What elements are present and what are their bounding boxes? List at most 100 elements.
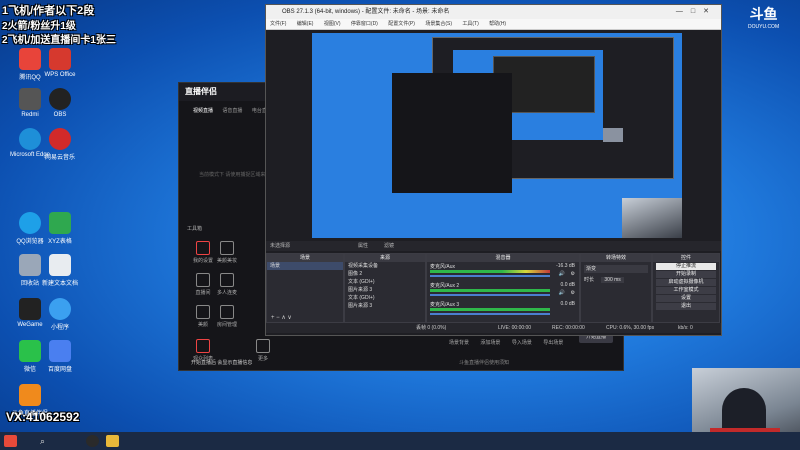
virtual-camera-button[interactable]: 启动虚拟摄像机 bbox=[656, 279, 716, 286]
zb-footer: 开始直播后 会显示直播信息 bbox=[191, 360, 253, 366]
speaker-icon[interactable]: 🔊 bbox=[559, 271, 565, 277]
no-source-label: 未选择源 bbox=[270, 243, 291, 249]
desktop-icon-xyz[interactable]: XYZ表格 bbox=[34, 212, 86, 245]
scene-item[interactable]: 场景 bbox=[267, 262, 343, 270]
zb-action-add[interactable]: 添加场景 bbox=[480, 340, 500, 346]
preview-webcam bbox=[622, 198, 682, 238]
gear-icon[interactable]: ⚙ bbox=[571, 271, 575, 277]
source-item[interactable]: 图片来源 3 bbox=[345, 302, 425, 310]
status-kbps: kb/s: 0 bbox=[678, 325, 693, 331]
webcam-feed bbox=[692, 368, 800, 432]
mixer-channel: 麦克风/Aux 3 0.0 dB bbox=[427, 300, 579, 319]
room-icon bbox=[196, 273, 210, 287]
zb-tab-video[interactable]: 视频直播 bbox=[193, 108, 213, 114]
transition-select[interactable]: 渐变 bbox=[584, 265, 648, 273]
taskbar-explorer-icon[interactable] bbox=[106, 435, 119, 447]
studio-mode-button[interactable]: 工作室模式 bbox=[656, 287, 716, 294]
start-recording-button[interactable]: 开始录制 bbox=[656, 271, 716, 278]
volume-slider[interactable] bbox=[430, 275, 550, 277]
volume-slider[interactable] bbox=[430, 294, 550, 296]
beauty-icon bbox=[220, 241, 234, 255]
properties-button[interactable]: 属性 bbox=[358, 241, 368, 251]
menu-help[interactable]: 帮助(H) bbox=[489, 21, 506, 27]
douyu-icon bbox=[19, 384, 41, 406]
search-icon[interactable]: ⌕ bbox=[40, 435, 53, 447]
duration-input[interactable]: 300 ms bbox=[601, 277, 624, 283]
window-controls[interactable]: —□✕ bbox=[676, 5, 717, 19]
status-rec: REC: 00:00:00 bbox=[552, 325, 585, 331]
desktop-icon-baidupan[interactable]: 百度网盘 bbox=[34, 340, 86, 373]
settings-icon bbox=[196, 241, 210, 255]
controls-head: 控件 bbox=[653, 254, 719, 262]
scenes-toolbar[interactable]: + − ∧ ∨ bbox=[271, 314, 292, 321]
zb-tool-multi[interactable]: 多人连麦 bbox=[209, 273, 245, 296]
exit-button[interactable]: 退出 bbox=[656, 303, 716, 310]
menu-scene-collection[interactable]: 场景集合(S) bbox=[425, 21, 452, 27]
zb-tools-head: 工具箱 bbox=[187, 226, 203, 232]
obs-menubar: 文件(F) 编辑(E) 视图(V) 停靠窗口(D) 配置文件(P) 场景集合(S… bbox=[266, 19, 721, 30]
spreadsheet-icon bbox=[49, 212, 71, 234]
miniapp-icon bbox=[49, 298, 71, 320]
source-item[interactable]: 图片来源 3 bbox=[345, 286, 425, 294]
stop-stream-button[interactable]: 停止推流 bbox=[656, 263, 716, 270]
more-icon bbox=[256, 339, 270, 353]
zb-action-import[interactable]: 导入场景 bbox=[512, 340, 532, 346]
menu-edit[interactable]: 编辑(E) bbox=[297, 21, 314, 27]
menu-view[interactable]: 视图(V) bbox=[324, 21, 341, 27]
volume-meter bbox=[430, 308, 550, 311]
source-item[interactable]: 视频采集设备 bbox=[345, 262, 425, 270]
cloud-drive-icon bbox=[49, 340, 71, 362]
transitions-head: 转场特效 bbox=[581, 254, 651, 262]
volume-slider[interactable] bbox=[430, 313, 550, 315]
document-icon bbox=[49, 254, 71, 276]
menu-docks[interactable]: 停靠窗口(D) bbox=[351, 21, 378, 27]
obs-icon bbox=[49, 88, 71, 110]
zb-action-export[interactable]: 导出场景 bbox=[543, 340, 563, 346]
windows-logo-icon[interactable] bbox=[4, 435, 17, 447]
menu-file[interactable]: 文件(F) bbox=[270, 21, 286, 27]
menu-tools[interactable]: 工具(T) bbox=[462, 21, 478, 27]
zb-tool-room-manage[interactable]: 房间管理 bbox=[209, 305, 245, 328]
desktop-icon-miniapp[interactable]: 小程序 bbox=[34, 298, 86, 331]
gear-icon[interactable]: ⚙ bbox=[571, 290, 575, 296]
desktop-icon-netease[interactable]: 网易云音乐 bbox=[34, 128, 86, 161]
desktop-icon-wps[interactable]: WPS Office bbox=[34, 48, 86, 78]
obs-title: OBS 27.1.3 (64-bit, windows) - 配置文件: 未命名… bbox=[282, 9, 450, 15]
zb-tool-beauty[interactable]: 美颜美妆 bbox=[209, 241, 245, 264]
makeup-icon bbox=[196, 305, 210, 319]
mixer-dock: 混音器 麦克风/Aux -16.3 dB 🔊 ⚙ 麦克风/Aux 2 0.0 d… bbox=[426, 253, 580, 323]
settings-button[interactable]: 设置 bbox=[656, 295, 716, 302]
desktop-icon-douyu[interactable]: 斗鱼直播伴侣 bbox=[4, 384, 56, 417]
zb-tab-voice[interactable]: 语音直播 bbox=[222, 108, 242, 114]
volume-meter bbox=[430, 289, 550, 292]
speaker-icon[interactable]: 🔊 bbox=[559, 290, 565, 296]
obs-window[interactable]: OBS 27.1.3 (64-bit, windows) - 配置文件: 未命名… bbox=[265, 4, 722, 336]
sources-dock: 来源 视频采集设备 图像 2 文本 (GDI+) 图片来源 3 文本 (GDI+… bbox=[344, 253, 426, 323]
taskbar-obs-icon[interactable] bbox=[86, 435, 99, 447]
zb-bottom-hint: 斗鱼直播伴侣使用须知 bbox=[459, 360, 510, 366]
status-dropped-frames: 丢帧 0 (0.0%) bbox=[416, 325, 447, 331]
obs-status-bar: 丢帧 0 (0.0%) LIVE: 00:00:00 REC: 00:00:00… bbox=[266, 323, 721, 333]
manage-icon bbox=[220, 305, 234, 319]
source-item[interactable]: 图像 2 bbox=[345, 270, 425, 278]
zb-action-bg[interactable]: 场景背景 bbox=[449, 340, 469, 346]
menu-profile[interactable]: 配置文件(P) bbox=[388, 21, 415, 27]
controls-dock: 控件 停止推流 开始录制 启动虚拟摄像机 工作室模式 设置 退出 bbox=[652, 253, 720, 323]
obs-preview[interactable] bbox=[312, 33, 682, 238]
desktop-icon-obs[interactable]: OBS bbox=[34, 88, 86, 118]
preview-inner-webcam bbox=[603, 128, 623, 142]
source-item[interactable]: 文本 (GDI+) bbox=[345, 294, 425, 302]
person-figure bbox=[722, 388, 766, 432]
overlay-line-3: 2飞机/加送直播间卡1张三 bbox=[2, 35, 116, 46]
filters-button[interactable]: 滤镜 bbox=[384, 241, 394, 251]
mixer-channel: 麦克风/Aux -16.3 dB 🔊 ⚙ bbox=[430, 263, 575, 277]
mixer-channel: 麦克风/Aux 2 0.0 dB 🔊 ⚙ bbox=[430, 282, 575, 296]
scenes-head: 场景 bbox=[267, 254, 343, 262]
source-item[interactable]: 文本 (GDI+) bbox=[345, 278, 425, 286]
taskbar: ⌕ bbox=[0, 432, 800, 450]
status-live: LIVE: 00:00:00 bbox=[498, 325, 532, 331]
scenes-dock: 场景 场景 + − ∧ ∨ bbox=[266, 253, 344, 323]
obs-titlebar: OBS 27.1.3 (64-bit, windows) - 配置文件: 未命名… bbox=[266, 5, 721, 19]
desktop-icon-textdoc[interactable]: 新建文本文档 bbox=[34, 254, 86, 287]
audience-icon bbox=[196, 339, 210, 353]
